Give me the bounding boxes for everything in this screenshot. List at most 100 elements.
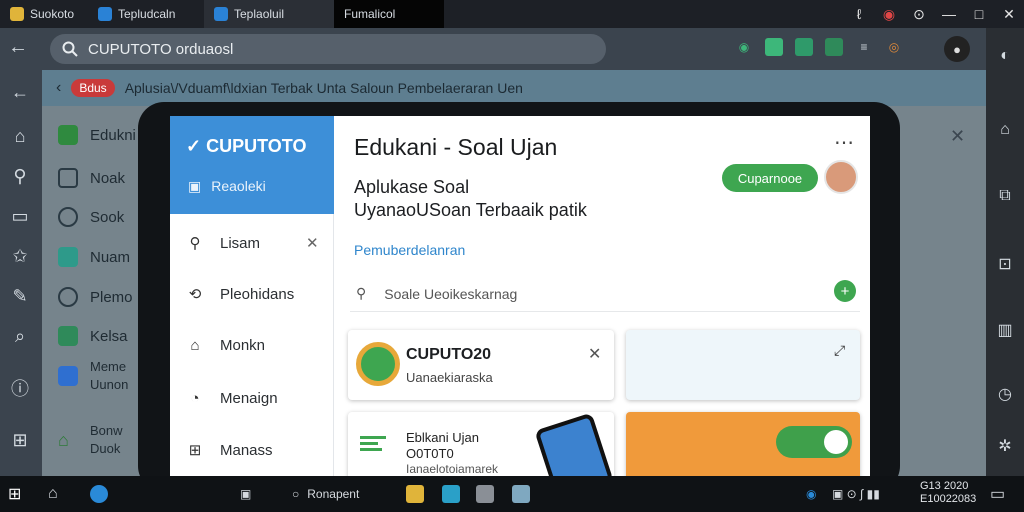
toggle-switch[interactable]	[776, 426, 852, 458]
bookmark-icon[interactable]	[765, 38, 783, 56]
drawer-item-label: Menaign	[220, 389, 278, 407]
settings-icon[interactable]: ✲	[993, 434, 1017, 458]
bg-item-2[interactable]: Noak	[58, 166, 125, 190]
close-button[interactable]: ✕	[994, 0, 1024, 28]
search-query: CUPUTOTO orduaosl	[88, 40, 234, 58]
photos-icon[interactable]: ▣	[240, 484, 251, 504]
start-icon[interactable]: ⊞	[8, 484, 21, 504]
home-icon: ⌂	[190, 336, 200, 354]
tab-4[interactable]: Fumalicol	[334, 0, 444, 28]
sheet-icon[interactable]	[825, 38, 843, 56]
bg-item-5[interactable]: Plemo	[58, 285, 133, 309]
copy-icon[interactable]: ⧉	[993, 184, 1017, 208]
drawer-item-grid[interactable]: ⊞ Manass	[186, 437, 326, 463]
tab-3[interactable]: Teplaoluil	[204, 0, 334, 28]
expand-icon[interactable]: ⤢	[834, 342, 845, 359]
home-icon[interactable]: ⌂	[8, 124, 32, 148]
store-icon[interactable]	[476, 484, 494, 504]
panel-icon[interactable]: ▥	[993, 318, 1017, 342]
tab-1[interactable]: Suokoto	[0, 0, 88, 28]
pen-icon[interactable]: ℓ	[844, 0, 874, 28]
tab-2[interactable]: Tepludcaln	[88, 0, 204, 28]
card-preview[interactable]: ⤢	[626, 330, 860, 400]
bg-item-3[interactable]: Sook	[58, 205, 124, 229]
promo-line-2: O0T0T0	[406, 446, 454, 461]
apps-icon[interactable]: ⊞	[8, 428, 32, 452]
toggle-knob	[824, 430, 848, 454]
bg-item-1[interactable]: Edukni	[58, 123, 136, 147]
add-button[interactable]: +	[834, 280, 856, 302]
card-title: CUPUTO20	[406, 346, 492, 363]
right-sidebar: ◐ ⌂ ⧉ ⊡ ▥ ◷ ✲	[986, 28, 1024, 476]
search-input[interactable]: CUPUTOTO orduaosl	[50, 34, 606, 64]
explorer-icon[interactable]	[442, 484, 460, 504]
cast-icon[interactable]	[795, 38, 813, 56]
search-icon	[62, 41, 78, 57]
avatar[interactable]	[824, 160, 858, 194]
taskbar-app[interactable]: ○ Ronapent	[292, 484, 359, 504]
search-icon	[58, 287, 78, 307]
bg-item-8[interactable]: ⌂ Bonw Duok	[58, 423, 123, 456]
tab-2-icon	[98, 7, 112, 21]
chevron-left-icon[interactable]: ‹	[56, 79, 61, 97]
content-search-input[interactable]: ⚲ Soale Ueoikeskarnag	[350, 276, 860, 312]
tray-icons[interactable]: ▣ ⊙ ∫ ▮▮	[832, 484, 880, 504]
edit-icon[interactable]: ✎	[8, 284, 32, 308]
account-avatar[interactable]: ●	[944, 36, 970, 62]
card-app[interactable]: CUPUTO20 Uanaekiaraska ✕	[348, 330, 614, 400]
clock-time: G13 2020	[920, 480, 969, 492]
learning-link[interactable]: Pemuberdelanran	[354, 242, 465, 258]
drawer-item-search[interactable]: ⚲ Lisam ✕	[186, 230, 326, 256]
app-title: Edukani - Soal Ujan	[354, 134, 558, 160]
primary-button[interactable]: Cuparnooe	[722, 164, 818, 192]
sync-icon[interactable]: ◎	[885, 38, 903, 56]
close-icon[interactable]: ✕	[588, 344, 601, 364]
collections-icon[interactable]: ⌂	[993, 118, 1017, 142]
bg-item-6[interactable]: Kelsa	[58, 324, 128, 348]
back-icon[interactable]: ←	[8, 80, 32, 104]
promo-line-3: Ianaelotoiamarek	[406, 462, 499, 476]
app-logo-icon	[356, 342, 400, 386]
profile-icon[interactable]: ◉	[735, 38, 753, 56]
screenshot-icon[interactable]: ⊡	[993, 252, 1017, 276]
clock-icon[interactable]: ◷	[993, 382, 1017, 406]
star-icon[interactable]: ✩	[8, 244, 32, 268]
back-arrow-icon[interactable]: ←	[8, 36, 34, 62]
window-icon[interactable]: ▭	[8, 204, 32, 228]
drawer-item-label: Pleohidans	[220, 285, 295, 303]
history-icon[interactable]: ⌕	[8, 324, 32, 348]
close-icon[interactable]: ✕	[950, 126, 965, 147]
phone-screen: ✓ CUPUTOTO ▣ Reaoleki ⚲ Lisam ✕ ⟲ Pleohid…	[170, 116, 870, 476]
bg-item-4[interactable]: Nuam	[58, 245, 130, 269]
chat-icon: ◔	[190, 389, 200, 407]
bg-item-7[interactable]: Meme Uunon	[58, 359, 128, 392]
drawer-section[interactable]: ▣ Reaoleki	[188, 178, 266, 195]
sheet-icon	[58, 326, 78, 346]
app-icon[interactable]	[512, 484, 530, 504]
minimize-button[interactable]: —	[934, 0, 964, 28]
card-promo[interactable]: Eblkani Ujan O0T0T0 Ianaelotoiamarek	[348, 412, 614, 476]
folder-icon[interactable]	[406, 484, 424, 504]
notification-icon[interactable]: ▭	[990, 484, 1005, 504]
browser-icon[interactable]	[90, 484, 108, 504]
clock[interactable]: G13 2020 E10022083	[920, 480, 976, 506]
close-icon[interactable]: ✕	[306, 234, 319, 252]
more-options-icon[interactable]: ⋯	[834, 130, 854, 155]
card-subtitle: Uanaekiaraska	[406, 370, 493, 385]
search-icon[interactable]: ⚲	[8, 164, 32, 188]
box-icon	[58, 168, 78, 188]
address-bar: ← CUPUTOTO orduaosl ◉ ≡ ◎ ●	[0, 28, 986, 70]
drawer-item-share[interactable]: ⟲ Pleohidans	[186, 281, 326, 307]
reading-list-icon[interactable]: ≡	[855, 38, 873, 56]
info-icon[interactable]: ⓘ	[8, 376, 32, 400]
shield-icon[interactable]: ◉	[874, 0, 904, 28]
drawer-item-home[interactable]: ⌂ Monkn	[186, 332, 326, 358]
network-icon[interactable]: ◉	[806, 484, 816, 504]
share-icon: ⟲	[188, 286, 202, 303]
maximize-button[interactable]: □	[964, 0, 994, 28]
edge-icon[interactable]: ◐	[993, 44, 1017, 68]
drawer-item-chat[interactable]: ◔ Menaign	[186, 385, 326, 411]
card-toggle	[626, 412, 860, 476]
settings-icon[interactable]: ⊙	[904, 0, 934, 28]
home-icon[interactable]: ⌂	[48, 484, 58, 504]
